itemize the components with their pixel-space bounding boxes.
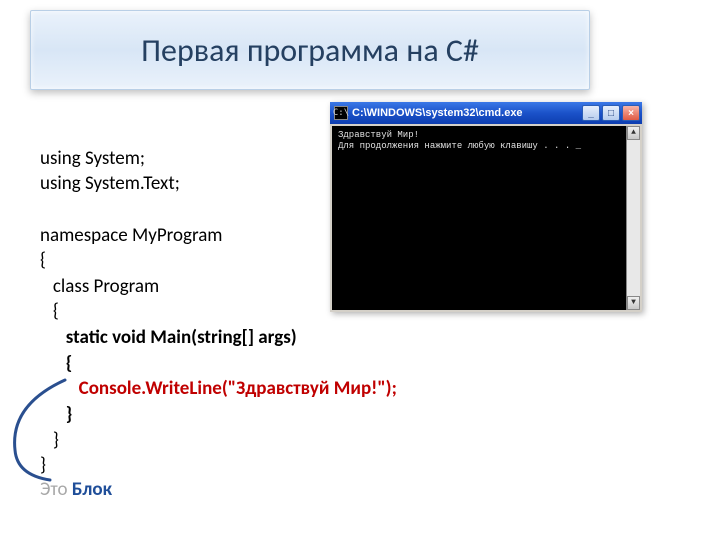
code-line: } [40,403,72,426]
code-line: namespace MyProgram [40,224,222,247]
annotation: Это Блок [40,478,112,501]
code-line: { [40,352,72,375]
cmd-title-text: C:\WINDOWS\system32\cmd.exe [352,107,578,119]
code-line-highlight: Console.WriteLine("Здравствуй Мир!"); [40,377,397,400]
code-line: { [40,300,59,323]
cmd-out-line: Здравствуй Мир! [338,130,419,140]
cmd-icon: C:\ [334,106,348,120]
slide-title: Первая программа на C# [30,10,590,90]
cmd-output: Здравствуй Мир! Для продолжения нажмите … [332,126,640,310]
code-line: using System; [40,147,145,170]
cmd-scrollbar[interactable]: ▲ ▼ [626,126,640,310]
cmd-frame: Здравствуй Мир! Для продолжения нажмите … [330,124,642,312]
code-line: class Program [40,275,159,298]
cmd-out-line: Для продолжения нажмите любую клавишу . … [338,141,581,151]
cmd-window-buttons: _ □ × [582,105,640,121]
slide-title-text: Первая программа на C# [141,31,479,70]
code-line: { [40,249,46,272]
scroll-track[interactable] [627,140,640,296]
scroll-down-button[interactable]: ▼ [627,296,640,310]
scroll-up-button[interactable]: ▲ [627,126,640,140]
code-line: } [40,429,59,452]
minimize-button[interactable]: _ [582,105,600,121]
close-button[interactable]: × [622,105,640,121]
maximize-button[interactable]: □ [602,105,620,121]
code-line-main: static void Main(string[] args) [40,326,297,349]
cmd-window: C:\ C:\WINDOWS\system32\cmd.exe _ □ × Зд… [330,102,642,312]
annotation-word: Блок [72,478,112,501]
code-line: using System.Text; [40,172,180,195]
cmd-titlebar: C:\ C:\WINDOWS\system32\cmd.exe _ □ × [330,102,642,124]
annotation-prefix: Это [40,478,72,501]
code-line: } [40,454,46,477]
